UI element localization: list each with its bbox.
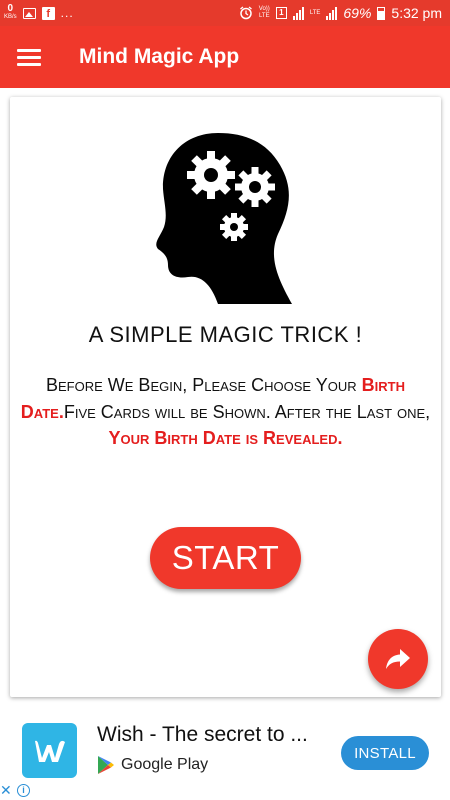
more-notifications-icon: ... [60, 6, 74, 20]
status-bar: 0 KB/s f ... Vo)) LTE 1 LTE 69% 5:32 pm [0, 0, 450, 26]
network-speed: 0 KB/s [4, 3, 17, 21]
start-button[interactable]: START [150, 527, 301, 589]
main-card: A SIMPLE MAGIC TRICK ! Before We Begin, … [10, 97, 441, 697]
clock: 5:32 pm [391, 5, 442, 21]
app-bar: Mind Magic App [0, 26, 450, 88]
instructions-part-1: Before We Begin, Please Choose Your [45, 375, 362, 395]
google-play-label: Google Play [121, 756, 209, 773]
install-button[interactable]: INSTALL [341, 736, 429, 770]
trick-title: A SIMPLE MAGIC TRICK ! [88, 322, 363, 347]
network-speed-unit: KB/s [4, 14, 17, 20]
instructions-part-2: Five Cards will be Shown. After the Last… [63, 401, 431, 422]
battery-percent: 69% [343, 5, 372, 21]
network-speed-value: 0 [7, 3, 14, 14]
ad-close-icon[interactable]: ✕ [0, 783, 14, 797]
ad-choices[interactable]: ✕ i [0, 783, 30, 797]
gallery-notification-icon [22, 7, 36, 19]
status-left: 0 KB/s f ... [4, 3, 74, 21]
menu-button[interactable] [0, 26, 58, 88]
volte-indicator: Vo)) LTE [259, 6, 270, 20]
ad-title[interactable]: Wish - The secret to ... [97, 723, 308, 747]
sim-icon: 1 [275, 7, 287, 19]
signal-icon [292, 6, 304, 20]
share-button[interactable] [368, 629, 428, 689]
status-right: Vo)) LTE 1 LTE 69% 5:32 pm [239, 5, 442, 21]
lte-label: LTE [309, 9, 321, 16]
head-gears-icon [156, 129, 296, 304]
battery-icon [377, 6, 386, 20]
instructions-highlight-revealed: Your Birth Date is Revealed. [108, 428, 343, 448]
volte-top: Vo)) [258, 6, 270, 12]
google-play-icon [98, 756, 114, 774]
signal-2-icon [326, 6, 338, 20]
wish-logo[interactable] [22, 723, 77, 778]
ad-info-icon[interactable]: i [17, 783, 30, 797]
ad-banner[interactable]: Wish - The secret to ... Google Play INS… [0, 705, 450, 800]
hamburger-icon [17, 45, 41, 70]
share-arrow-icon [386, 649, 410, 669]
facebook-icon: f [41, 6, 55, 20]
instructions-text: Before We Begin, Please Choose Your Birt… [18, 372, 433, 452]
lte-indicator: LTE [310, 10, 321, 17]
alarm-icon [239, 6, 252, 20]
volte-bottom: LTE [259, 13, 270, 19]
wish-w-icon [34, 740, 65, 762]
google-play-badge: Google Play [97, 755, 208, 775]
app-title: Mind Magic App [79, 45, 240, 68]
